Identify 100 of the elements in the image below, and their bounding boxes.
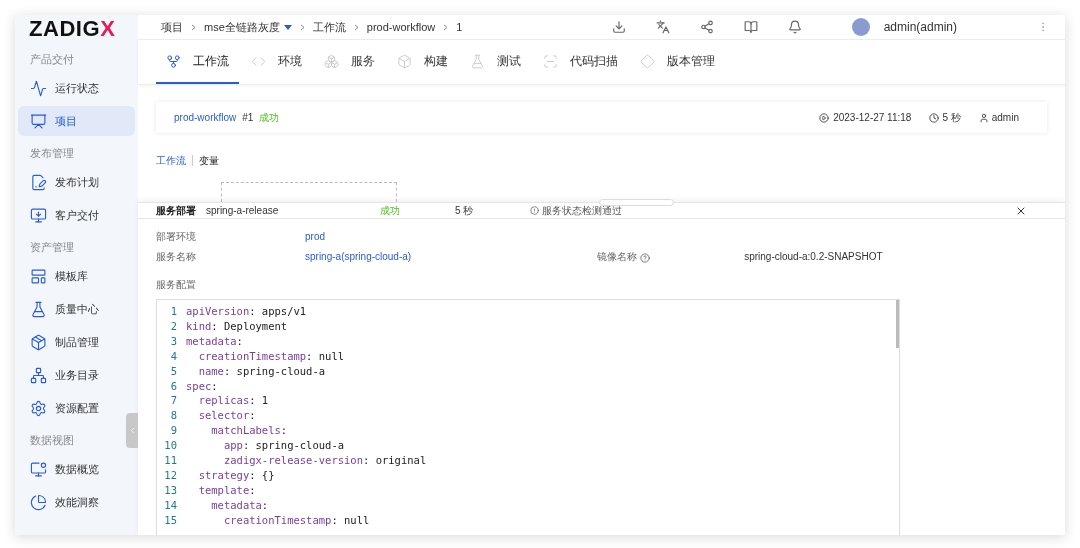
line-number: 8: [169, 408, 177, 424]
book-icon[interactable]: [743, 20, 758, 34]
nav-tab[interactable]: 服务: [314, 40, 385, 84]
field-value[interactable]: spring-a(spring-cloud-a): [305, 249, 412, 264]
nav-tab[interactable]: 构建: [387, 40, 458, 84]
sidebar-item[interactable]: 发布计划: [18, 167, 135, 197]
field-value[interactable]: prod: [305, 229, 325, 244]
code-line: metadata:: [210, 497, 269, 513]
field-label: 镜像名称: [597, 250, 638, 264]
view-tab[interactable]: 变量: [199, 153, 219, 168]
nav-tab[interactable]: 版本管理: [630, 40, 725, 84]
pie-icon: [30, 493, 47, 511]
scrollbar-thumb[interactable]: [896, 300, 899, 348]
template-icon: [30, 267, 47, 285]
network-icon[interactable]: [699, 20, 714, 34]
line-number: 11: [163, 453, 177, 468]
creator: admin: [991, 111, 1019, 125]
workflow-link[interactable]: prod-workflow: [174, 110, 237, 125]
section-title: 产品交付: [30, 52, 74, 67]
job-type: 服务部署: [156, 204, 197, 218]
code-line: spec:: [186, 378, 218, 394]
clock-icon: [929, 112, 940, 123]
sidebar-item[interactable]: 运行状态: [18, 73, 135, 103]
package-icon: [30, 333, 47, 351]
breadcrumb-link[interactable]: 项目: [161, 18, 183, 36]
scan-icon: [543, 53, 558, 69]
sidebar-item[interactable]: 数据概览: [18, 454, 135, 484]
section-title: 数据视图: [30, 433, 74, 448]
cubes-icon: [324, 53, 339, 69]
sidebar-item[interactable]: 效能洞察: [18, 487, 135, 517]
breadcrumb-link[interactable]: prod-workflow: [366, 18, 436, 36]
code-line: name: spring-cloud-a: [197, 363, 326, 379]
field-value: spring-cloud-a:0.2-SNAPSHOT: [744, 250, 883, 264]
run-number: #1: [242, 111, 254, 125]
line-number: 13: [163, 482, 177, 498]
line-number: 15: [163, 512, 177, 528]
user-icon: [978, 112, 989, 123]
nav-tab[interactable]: 环境: [241, 40, 312, 84]
job-status: 成功: [380, 204, 401, 218]
code-line: strategy: {}: [197, 467, 275, 483]
line-number: 14: [163, 497, 177, 513]
monitor-icon: [30, 206, 47, 224]
chevron-right-icon: [191, 23, 196, 31]
play-icon: [819, 112, 830, 123]
sidebar-item[interactable]: 客户交付: [18, 200, 135, 230]
breadcrumb-link[interactable]: 工作流: [312, 18, 346, 36]
drag-handle[interactable]: [599, 199, 674, 206]
section-title: 发布管理: [30, 146, 74, 161]
code-line: creationTimestamp: null: [197, 348, 345, 364]
sidebar-item[interactable]: 质量中心: [18, 294, 135, 324]
code-line: replicas: 1: [197, 393, 269, 409]
sidebar-item[interactable]: 业务目录: [18, 360, 135, 390]
sidebar-item[interactable]: 项目: [18, 106, 135, 136]
help-icon[interactable]: [640, 253, 651, 263]
board-icon: [30, 112, 47, 130]
code-line: apiVersion: apps/v1: [186, 304, 307, 319]
collapse-handle[interactable]: [126, 413, 138, 448]
bell-icon[interactable]: [787, 20, 802, 34]
line-number: 5: [169, 363, 177, 379]
line-number: 1: [169, 304, 177, 319]
logo: ZADIGX: [28, 15, 117, 43]
start-time: 2023-12-27 11:18: [833, 111, 912, 125]
chevron-right-icon: [299, 23, 305, 31]
tree-icon: [30, 366, 47, 384]
nav-tab[interactable]: 工作流: [156, 40, 239, 84]
line-number: 9: [169, 423, 177, 439]
line-number: 10: [163, 438, 177, 454]
check-result: 服务状态检测通过: [542, 204, 622, 218]
user-name[interactable]: admin(admin): [883, 18, 957, 36]
job-name: spring-a-release: [206, 204, 280, 218]
chart-icon: [30, 460, 47, 478]
line-number: 4: [169, 348, 177, 364]
nav-tab[interactable]: 代码扫描: [533, 40, 628, 84]
field-label: 服务名称: [156, 250, 197, 264]
breadcrumb-link[interactable]: 1: [456, 18, 463, 36]
view-tab[interactable]: 工作流: [156, 153, 186, 168]
nav-tab[interactable]: 测试: [460, 40, 531, 84]
code-editor[interactable]: [156, 299, 900, 535]
code-line: kind: Deployment: [186, 318, 288, 334]
translate-icon[interactable]: [655, 20, 670, 34]
edit-icon: [30, 173, 47, 191]
field-label: 部署环境: [156, 230, 197, 244]
code-line: template:: [197, 482, 256, 498]
job-duration: 5 秒: [455, 204, 475, 218]
flask-icon: [470, 53, 485, 69]
sidebar-item[interactable]: 制品管理: [18, 327, 135, 357]
info-icon: [530, 206, 539, 215]
breadcrumb-link[interactable]: mse全链路灰度: [204, 18, 292, 36]
download-icon[interactable]: [611, 20, 626, 34]
line-number: 6: [169, 378, 177, 394]
line-number: 7: [169, 393, 177, 409]
line-number: 3: [169, 333, 177, 349]
sidebar-item[interactable]: 资源配置: [18, 393, 135, 423]
avatar[interactable]: [851, 18, 870, 36]
code-line: app: spring-cloud-a: [222, 438, 345, 454]
sidebar-item[interactable]: 模板库: [18, 261, 135, 291]
code-line: creationTimestamp: null: [222, 512, 370, 528]
workflow-icon: [166, 53, 181, 69]
chevron-right-icon: [353, 23, 359, 31]
cube-icon: [397, 53, 412, 69]
